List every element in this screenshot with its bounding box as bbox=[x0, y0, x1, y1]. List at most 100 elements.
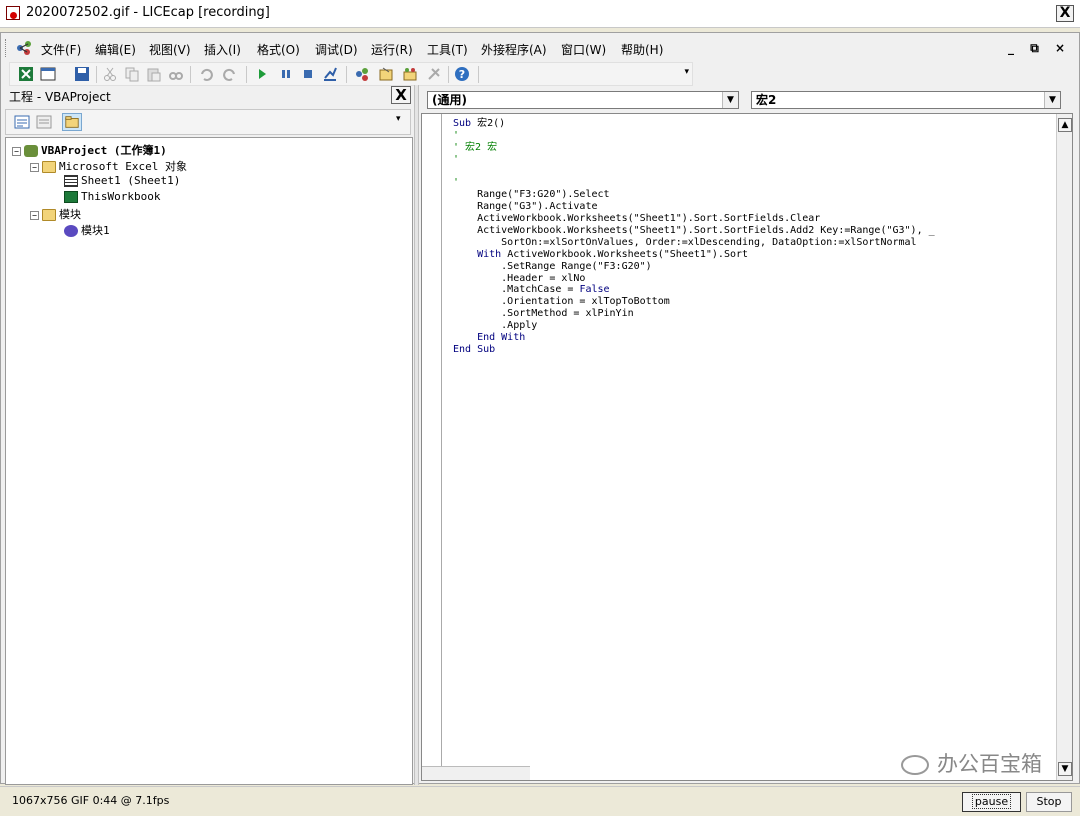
wechat-icon bbox=[901, 755, 929, 775]
code-line[interactable]: .Orientation = xlTopToBottom bbox=[453, 296, 935, 308]
reset-icon[interactable] bbox=[300, 66, 316, 82]
pause-button[interactable]: pause bbox=[962, 792, 1021, 812]
code-line[interactable]: Range("G3").Activate bbox=[453, 201, 935, 213]
code-line[interactable]: .SetRange Range("F3:G20") bbox=[453, 261, 935, 273]
break-icon[interactable] bbox=[278, 66, 294, 82]
undo-icon[interactable] bbox=[198, 66, 214, 82]
menu-window[interactable]: 窗口(W) bbox=[561, 41, 606, 58]
insert-module-icon[interactable] bbox=[40, 66, 56, 82]
object-combo-value: (通用) bbox=[432, 93, 467, 107]
code-line[interactable]: End Sub bbox=[453, 344, 935, 356]
menu-edit[interactable]: 编辑(E) bbox=[95, 41, 136, 58]
tree-node-vbaproject[interactable]: − VBAProject (工作簿1) bbox=[12, 142, 167, 158]
project-explorer-toolbar: ▾ bbox=[5, 109, 411, 135]
tree-node-thisworkbook[interactable]: ThisWorkbook bbox=[64, 190, 160, 206]
code-line[interactable]: .SortMethod = xlPinYin bbox=[453, 308, 935, 320]
project-explorer-icon[interactable] bbox=[354, 66, 370, 82]
menu-run[interactable]: 运行(R) bbox=[371, 41, 413, 58]
menu-debug[interactable]: 调试(D) bbox=[315, 41, 358, 58]
code-line[interactable]: ' bbox=[453, 130, 935, 142]
vba-editor-icon[interactable] bbox=[14, 39, 34, 57]
scroll-up-icon[interactable]: ▲ bbox=[1058, 118, 1072, 132]
collapse-icon[interactable]: − bbox=[30, 210, 39, 220]
code-line[interactable] bbox=[453, 166, 935, 178]
code-text[interactable]: Sub 宏2() ' ' 宏2 宏 ' ' Range("F3:G20").Selec… bbox=[453, 118, 935, 356]
tree-node-label: Sheet1 (Sheet1) bbox=[81, 174, 181, 187]
code-line[interactable]: With ActiveWorkbook.Worksheets("Sheet1")… bbox=[453, 249, 935, 261]
object-combo[interactable]: (通用) ▼ bbox=[427, 91, 739, 109]
mdi-window-controls[interactable]: _ ⧉ × bbox=[1008, 41, 1071, 56]
properties-icon[interactable] bbox=[378, 66, 394, 82]
menu-help[interactable]: 帮助(H) bbox=[621, 41, 663, 58]
tree-node-modules[interactable]: − 模块 bbox=[30, 206, 81, 222]
menu-addins[interactable]: 外接程序(A) bbox=[481, 41, 547, 58]
toolbar-separator bbox=[246, 66, 247, 83]
paste-icon[interactable] bbox=[146, 66, 162, 82]
procedure-combo[interactable]: 宏2 ▼ bbox=[751, 91, 1061, 109]
menubar-grip[interactable] bbox=[5, 39, 7, 57]
view-object-icon[interactable] bbox=[34, 113, 54, 131]
collapse-icon[interactable]: − bbox=[30, 162, 39, 172]
workbook-icon bbox=[64, 191, 78, 203]
toolbar-separator bbox=[96, 66, 97, 83]
find-icon[interactable] bbox=[168, 66, 184, 82]
vba-editor: 文件(F) 编辑(E) 视图(V) 插入(I) 格式(O) 调试(D) 运行(R… bbox=[0, 32, 1080, 785]
code-line[interactable]: .Header = xlNo bbox=[453, 273, 935, 285]
chevron-down-icon[interactable]: ▼ bbox=[722, 92, 738, 108]
toolbar-options-chevron[interactable]: ▾ bbox=[684, 67, 689, 77]
window-close-button[interactable]: X bbox=[1056, 5, 1074, 22]
tree-node-module1[interactable]: 模块1 bbox=[64, 222, 110, 238]
breakpoint-margin[interactable] bbox=[422, 114, 442, 780]
recording-info: 1067x756 GIF 0:44 @ 7.1fps bbox=[12, 794, 170, 807]
menu-insert[interactable]: 插入(I) bbox=[204, 41, 241, 58]
chevron-down-icon[interactable]: ▼ bbox=[1044, 92, 1060, 108]
module-icon bbox=[64, 225, 78, 237]
project-explorer-close-button[interactable]: X bbox=[391, 86, 411, 104]
code-line[interactable]: ' bbox=[453, 154, 935, 166]
menu-format[interactable]: 格式(O) bbox=[257, 41, 300, 58]
code-line[interactable]: Range("F3:G20").Select bbox=[453, 189, 935, 201]
stop-button[interactable]: Stop bbox=[1026, 792, 1072, 812]
worksheet-icon bbox=[64, 175, 78, 187]
menu-file[interactable]: 文件(F) bbox=[41, 41, 81, 58]
window-title: 2020072502.gif - LICEcap [recording] bbox=[26, 5, 270, 20]
excel-icon[interactable] bbox=[18, 66, 34, 82]
licecap-title-bar: 2020072502.gif - LICEcap [recording] X bbox=[0, 0, 1080, 28]
copy-icon[interactable] bbox=[124, 66, 140, 82]
view-code-icon[interactable] bbox=[12, 113, 32, 131]
code-line[interactable]: .Apply bbox=[453, 320, 935, 332]
pause-button-label: pause bbox=[971, 794, 1012, 809]
code-line[interactable]: End With bbox=[453, 332, 935, 344]
toolbar-separator bbox=[478, 66, 479, 83]
code-line[interactable]: Sub 宏2() bbox=[453, 118, 935, 130]
tree-node-excel-objects[interactable]: − Microsoft Excel 对象 bbox=[30, 158, 187, 174]
design-mode-icon[interactable] bbox=[322, 66, 338, 82]
code-line[interactable]: ' bbox=[453, 177, 935, 189]
code-line[interactable]: SortOn:=xlSortOnValues, Order:=xlDescend… bbox=[453, 237, 935, 249]
watermark: 办公百宝箱 bbox=[901, 748, 1042, 778]
tree-node-label: VBAProject (工作簿1) bbox=[41, 144, 167, 157]
redo-icon[interactable] bbox=[222, 66, 238, 82]
toolbox-icon[interactable] bbox=[426, 66, 442, 82]
pane-splitter[interactable] bbox=[414, 85, 419, 785]
cut-icon[interactable] bbox=[102, 66, 118, 82]
code-line[interactable]: ActiveWorkbook.Worksheets("Sheet1").Sort… bbox=[453, 225, 935, 237]
licecap-status-bar: 1067x756 GIF 0:44 @ 7.1fps pause Stop bbox=[0, 786, 1080, 816]
help-icon[interactable]: ? bbox=[454, 66, 470, 82]
toggle-folders-icon[interactable] bbox=[62, 113, 82, 131]
horizontal-scrollbar[interactable] bbox=[422, 766, 530, 780]
project-toolbar-chevron[interactable]: ▾ bbox=[396, 114, 406, 132]
object-browser-icon[interactable] bbox=[402, 66, 418, 82]
scroll-down-icon[interactable]: ▼ bbox=[1058, 762, 1072, 776]
vertical-scrollbar[interactable]: ▲ ▼ bbox=[1056, 114, 1072, 780]
code-editor[interactable]: Sub 宏2() ' ' 宏2 宏 ' ' Range("F3:G20").Selec… bbox=[421, 113, 1073, 781]
collapse-icon[interactable]: − bbox=[12, 146, 21, 156]
menu-tools[interactable]: 工具(T) bbox=[427, 41, 468, 58]
code-line[interactable]: ActiveWorkbook.Worksheets("Sheet1").Sort… bbox=[453, 213, 935, 225]
code-line[interactable]: ' 宏2 宏 bbox=[453, 142, 935, 154]
save-icon[interactable] bbox=[74, 66, 90, 82]
run-icon[interactable] bbox=[254, 66, 270, 82]
code-line[interactable]: .MatchCase = False bbox=[453, 284, 935, 296]
tree-node-sheet1[interactable]: Sheet1 (Sheet1) bbox=[64, 174, 180, 190]
menu-view[interactable]: 视图(V) bbox=[149, 41, 191, 58]
